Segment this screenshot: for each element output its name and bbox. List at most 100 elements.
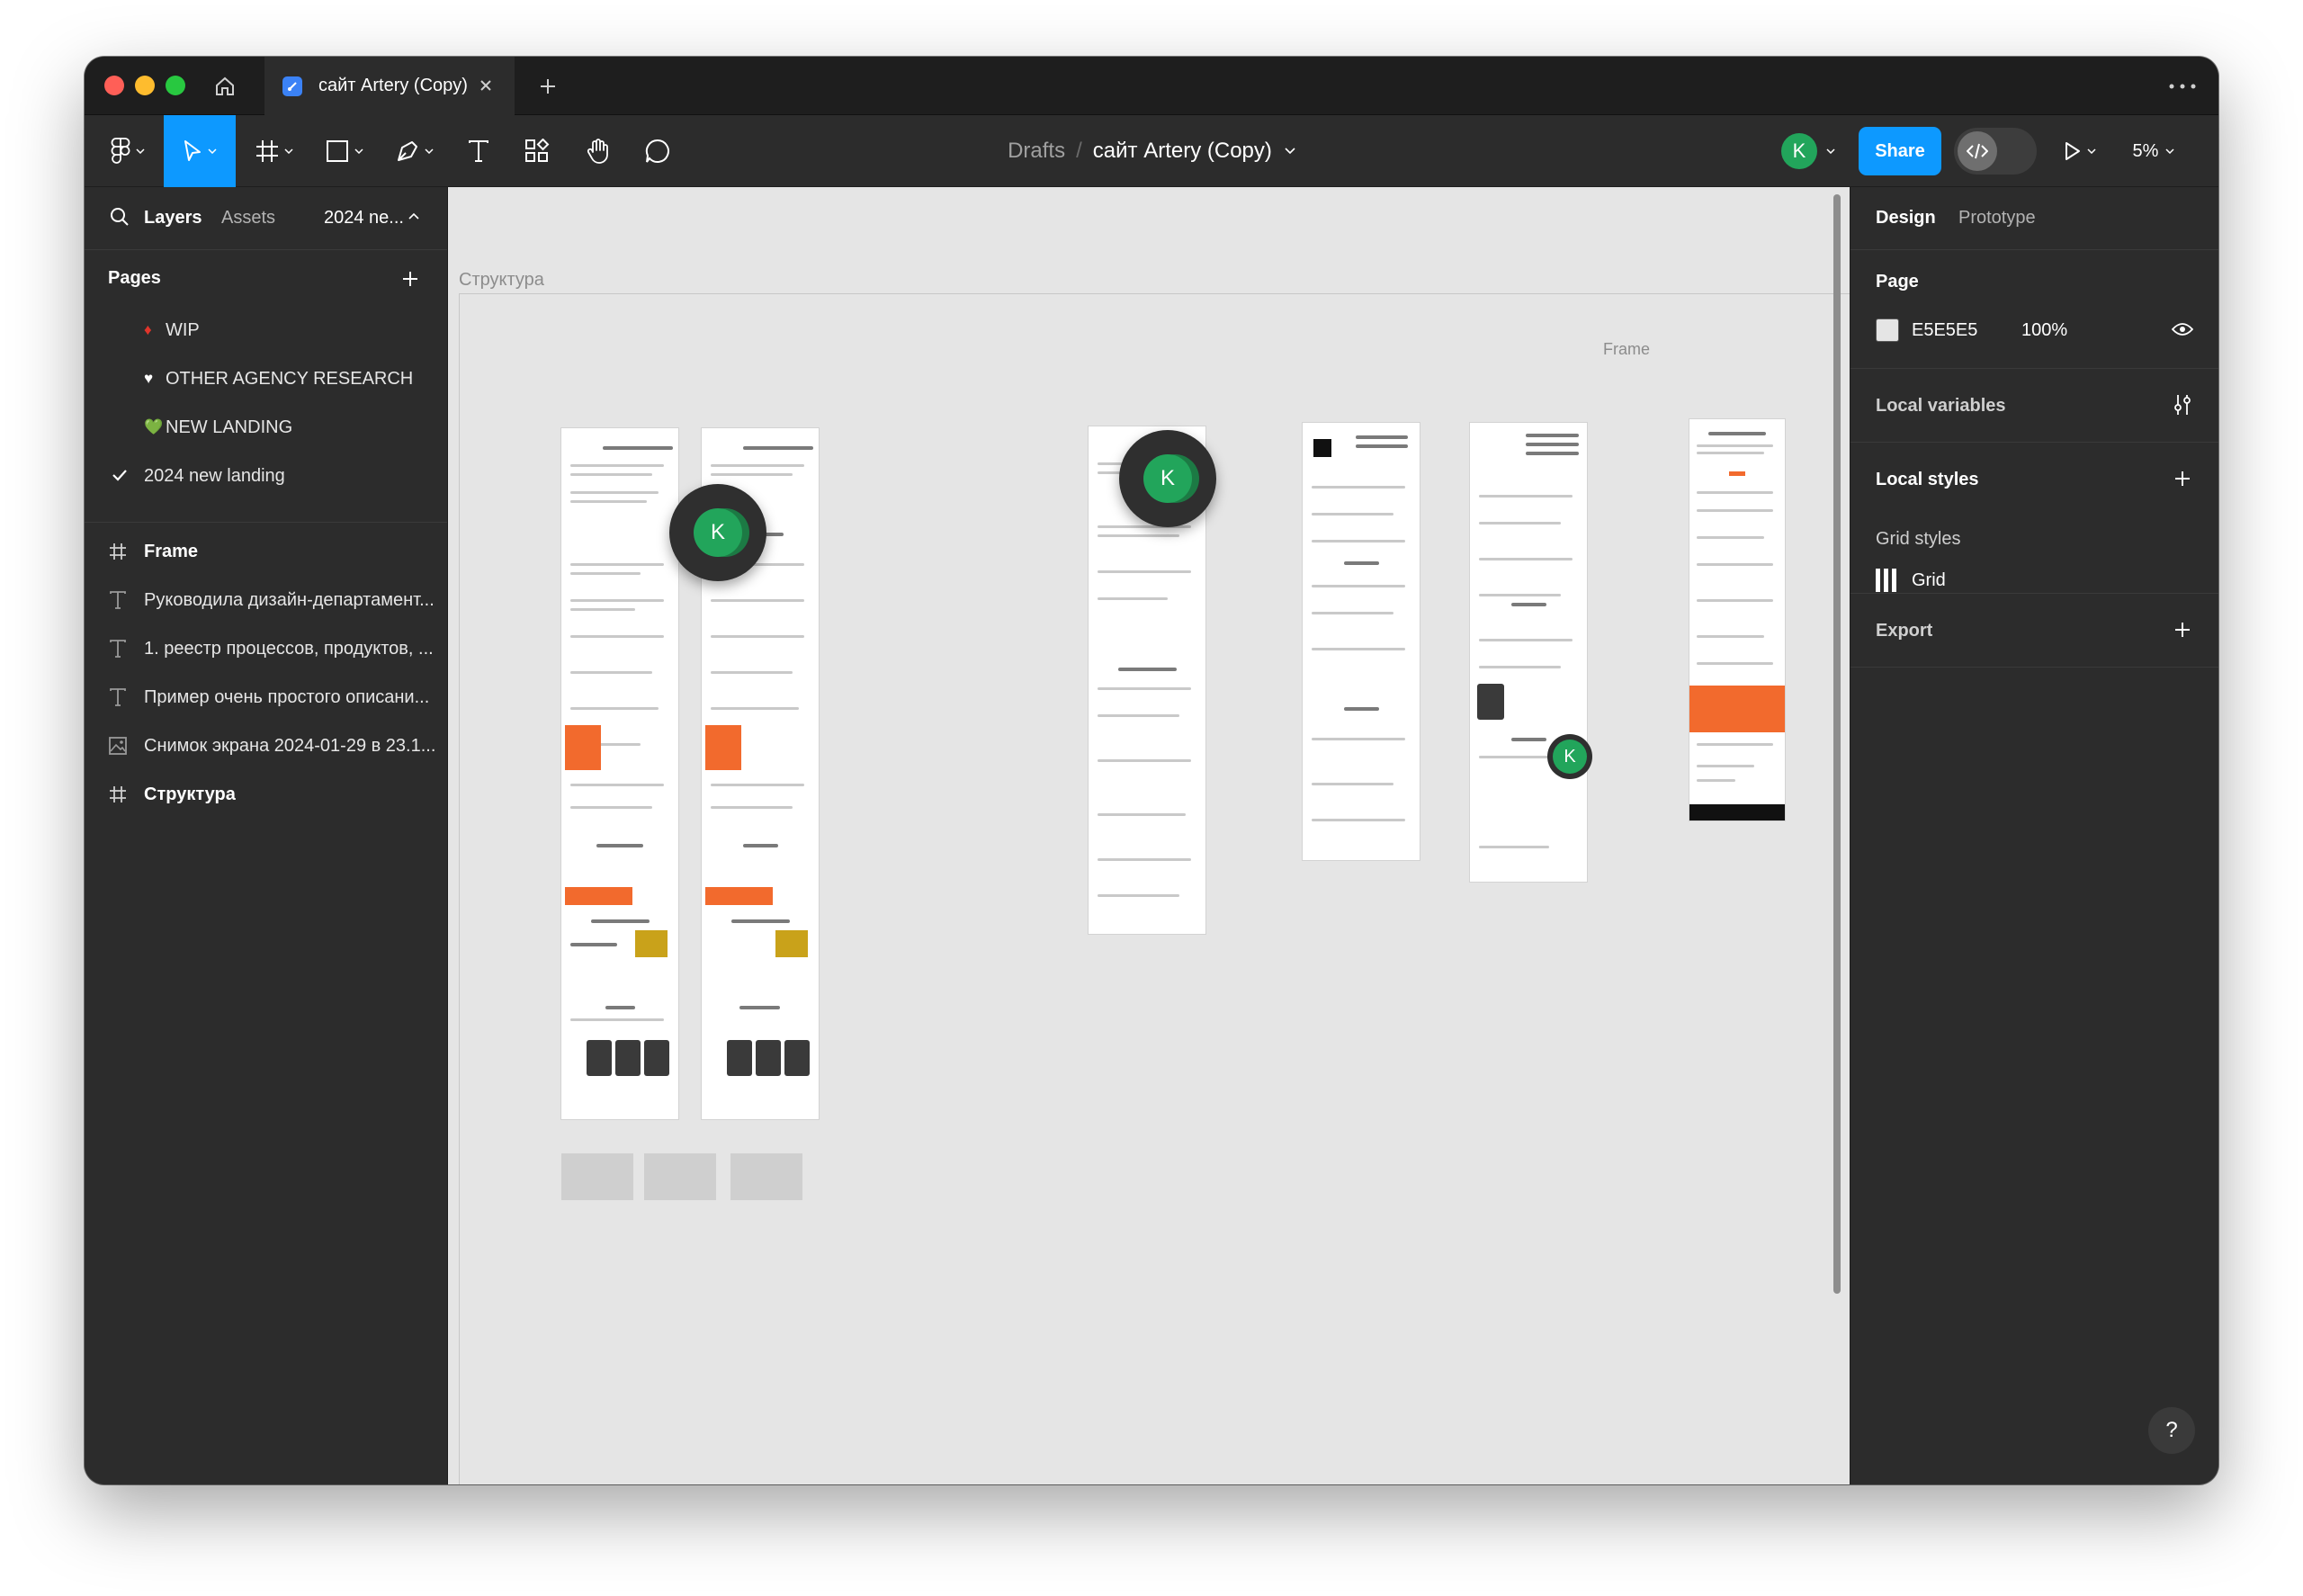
resources-button[interactable] <box>515 115 560 187</box>
panel-divider <box>85 522 447 523</box>
vertical-scrollbar[interactable] <box>1833 194 1841 1294</box>
pen-tool-icon <box>398 141 417 161</box>
checkmark-icon <box>112 470 127 481</box>
frame-icon <box>108 785 128 804</box>
local-styles-title: Local styles <box>1876 470 1979 489</box>
figma-window: сайт Artery (Copy) Drafts / сайт Artery … <box>85 57 2218 1484</box>
open-variables-button[interactable] <box>2170 392 2195 417</box>
mockup-frame-main[interactable] <box>1689 419 1785 820</box>
shape-tool-button[interactable] <box>317 115 372 187</box>
layer-item[interactable]: Структура <box>85 770 447 819</box>
move-tool-button[interactable] <box>164 115 236 187</box>
add-export-button[interactable] <box>2170 617 2195 642</box>
text-layer-icon <box>108 639 128 659</box>
share-button[interactable]: Share <box>1859 127 1941 175</box>
search-icon[interactable] <box>110 207 130 227</box>
chevron-down-icon[interactable] <box>1285 148 1295 155</box>
pen-tool-button[interactable] <box>387 115 443 187</box>
comment-icon <box>645 139 669 163</box>
current-page-selector[interactable]: 2024 ne... <box>324 208 404 229</box>
zoom-dropdown[interactable]: 5% <box>2125 115 2182 187</box>
plus-icon <box>541 79 555 94</box>
layer-label: 1. реестр процессов, продуктов, ... <box>144 638 434 659</box>
multiplayer-avatar-button[interactable]: K <box>1776 115 1841 187</box>
new-tab-button[interactable] <box>534 73 561 100</box>
main-menu-button[interactable] <box>103 115 153 187</box>
add-page-button[interactable] <box>398 266 423 291</box>
page-item-2024-new-landing[interactable]: 2024 new landing <box>85 453 447 498</box>
home-button[interactable] <box>211 72 239 101</box>
diamond-emoji-icon: ♦ <box>144 321 152 338</box>
page-color-value[interactable]: E5E5E5 <box>1912 320 1977 341</box>
page-opacity-value[interactable]: 100% <box>2021 320 2067 341</box>
layer-item[interactable]: Руководила дизайн-департамент... <box>85 576 447 624</box>
green-heart-emoji-icon: 💚 <box>144 418 164 435</box>
hand-tool-button[interactable] <box>576 115 621 187</box>
breadcrumb-drafts-link[interactable]: Drafts <box>1008 139 1065 164</box>
fullscreen-window-button[interactable] <box>166 76 185 95</box>
mockup-frame[interactable] <box>561 428 678 1119</box>
local-styles-section: Local styles Grid styles Grid <box>1850 443 2218 594</box>
dev-mode-toggle[interactable] <box>1954 128 2037 175</box>
add-style-button[interactable] <box>2170 466 2195 491</box>
present-button[interactable] <box>2053 115 2107 187</box>
variables-sliders-icon <box>2174 395 2191 415</box>
page-item-new-landing[interactable]: 💚 NEW LANDING <box>85 405 447 450</box>
component-card[interactable] <box>644 1153 716 1200</box>
collaborator-avatar: K <box>1143 454 1192 503</box>
close-tab-button[interactable] <box>475 75 497 96</box>
home-icon <box>216 76 234 95</box>
local-variables-label[interactable]: Local variables <box>1876 396 2006 417</box>
file-tab[interactable]: сайт Artery (Copy) <box>264 57 515 115</box>
layer-label: Пример очень простого описани... <box>144 686 430 707</box>
rectangle-tool-icon <box>327 140 348 162</box>
file-name[interactable]: сайт Artery (Copy) <box>1093 139 1272 164</box>
tab-prototype[interactable]: Prototype <box>1958 208 2036 229</box>
help-button[interactable]: ? <box>2148 1407 2195 1454</box>
mockup-frame[interactable] <box>1470 423 1587 882</box>
export-section: Export <box>1850 594 2218 668</box>
component-card[interactable] <box>730 1153 802 1200</box>
frame-icon <box>108 542 128 561</box>
mockup-frame[interactable] <box>1303 423 1420 860</box>
layer-label: Руководила дизайн-департамент... <box>144 589 435 610</box>
tab-layers[interactable]: Layers <box>144 208 202 229</box>
visibility-toggle[interactable] <box>2170 317 2195 342</box>
frame-tool-button[interactable] <box>246 115 302 187</box>
close-window-button[interactable] <box>104 76 124 95</box>
page-label: WIP <box>166 319 200 340</box>
page-item-other-agency-research[interactable]: ♥ OTHER AGENCY RESEARCH <box>85 356 447 401</box>
layer-item[interactable]: Frame <box>85 527 447 576</box>
left-panel: Layers Assets 2024 ne... Pages ♦ WIP ♥ O… <box>85 187 448 1484</box>
file-tab-title: сайт Artery (Copy) <box>318 76 468 95</box>
layer-item[interactable]: Снимок экрана 2024-01-29 в 23.1... <box>85 722 447 770</box>
comment-tool-button[interactable] <box>635 115 680 187</box>
dev-mode-knob <box>1958 131 1997 171</box>
code-icon <box>1967 143 1988 159</box>
minimize-window-button[interactable] <box>135 76 155 95</box>
component-card[interactable] <box>561 1153 633 1200</box>
chevron-down-icon <box>1826 148 1835 154</box>
chevron-up-icon[interactable] <box>408 212 419 220</box>
tab-assets[interactable]: Assets <box>221 208 275 229</box>
page-label: 2024 new landing <box>144 465 285 486</box>
layer-item[interactable]: Пример очень простого описани... <box>85 673 447 722</box>
page-item-wip[interactable]: ♦ WIP <box>85 308 447 353</box>
zoom-level: 5% <box>2132 140 2159 161</box>
page-color-swatch[interactable] <box>1876 318 1899 342</box>
right-panel: Design Prototype Page E5E5E5 100% Local … <box>1850 187 2218 1484</box>
design-canvas[interactable]: Структура Frame K K K <box>448 187 1850 1484</box>
collaborator-cursor: K <box>1119 430 1216 527</box>
grid-style-item[interactable]: Grid <box>1912 570 1946 591</box>
chevron-down-icon <box>2087 148 2096 154</box>
frame-label[interactable]: Frame <box>1603 340 1650 359</box>
section-label[interactable]: Структура <box>459 270 544 291</box>
breadcrumb-separator: / <box>1076 139 1082 163</box>
layer-item[interactable]: 1. реестр процессов, продуктов, ... <box>85 624 447 673</box>
frame-tool-icon <box>256 140 278 162</box>
plus-icon <box>2175 471 2190 486</box>
text-tool-button[interactable] <box>457 115 500 187</box>
grid-styles-label: Grid styles <box>1876 529 1961 549</box>
more-options-button[interactable] <box>2164 75 2200 98</box>
tab-design[interactable]: Design <box>1876 208 1936 229</box>
